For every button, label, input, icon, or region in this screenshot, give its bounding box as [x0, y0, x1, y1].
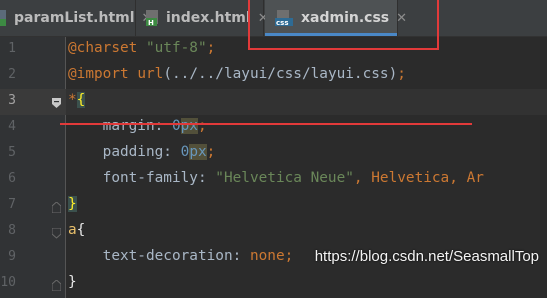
font-keyword: Helvetica: [371, 170, 450, 186]
fold-end-icon[interactable]: [51, 200, 62, 214]
value-keyword: none: [249, 248, 285, 264]
property-name: margin:: [102, 118, 172, 134]
line-number: 2: [8, 67, 16, 82]
semicolon: ;: [284, 248, 294, 264]
css-icon-label: css: [276, 19, 288, 26]
html-file-icon: [0, 10, 8, 26]
code-text: margin: 0px;: [68, 118, 207, 134]
code-line: 4 margin: 0px;: [0, 115, 547, 141]
code-line-current: 3 *{: [0, 89, 547, 115]
code-text: @import url(../../layui/css/layui.css);: [68, 66, 406, 82]
tab-index-html[interactable]: H index.html ✕: [136, 0, 269, 36]
html-file-icon: H: [146, 10, 160, 27]
line-number: 7: [8, 197, 16, 212]
code-text: font-family: "Helvetica Neue", Helvetica…: [68, 170, 484, 186]
universal-selector: *: [68, 92, 77, 108]
property-name: font-family:: [102, 170, 216, 186]
line-number: 9: [8, 249, 16, 264]
line-number: 8: [8, 223, 16, 238]
semicolon: ;: [206, 40, 216, 56]
tab-label: xadmin.css: [301, 10, 390, 26]
code-line: 8 a{: [0, 219, 547, 245]
url-argument: (../../layui/css/layui.css): [163, 66, 398, 82]
close-brace: }: [68, 196, 77, 212]
string-literal: "utf-8": [145, 40, 207, 56]
url-function: url: [137, 66, 164, 82]
code-text: padding: 0px;: [68, 144, 215, 160]
line-number: 4: [8, 119, 16, 134]
watermark-text: https://blog.csdn.net/SeasmallTop: [314, 248, 539, 265]
semicolon: ;: [197, 118, 207, 134]
code-text: @charset "utf-8";: [68, 40, 215, 56]
tab-label: paramList.html: [14, 10, 135, 26]
code-text: a{: [68, 222, 85, 238]
tab-label: index.html: [166, 10, 251, 26]
code-line: 5 padding: 0px;: [0, 141, 547, 167]
comma-separator: ,: [353, 170, 372, 186]
css-file-icon: css: [275, 10, 295, 27]
string-literal: "Helvetica Neue": [215, 170, 354, 186]
semicolon: ;: [206, 144, 216, 160]
unit: px: [180, 118, 198, 134]
open-brace: {: [76, 92, 86, 108]
active-tab-indicator: [265, 33, 397, 36]
code-line: 1 @charset "utf-8";: [0, 37, 547, 63]
code-text: *{: [68, 92, 86, 108]
ide-window: paramList.html ✕ H index.html ✕ css: [0, 0, 547, 298]
code-text: }: [68, 274, 77, 290]
number-value: 0: [180, 144, 190, 160]
close-brace: }: [68, 274, 77, 290]
comma-separator: ,: [449, 170, 467, 186]
element-selector: a: [68, 222, 77, 238]
fold-start-icon[interactable]: [51, 226, 62, 239]
tab-xadmin-css[interactable]: css xadmin.css ✕: [265, 0, 407, 36]
code-line: 10 }: [0, 271, 547, 297]
annotation-underline: [60, 123, 472, 125]
editor-tab-bar: paramList.html ✕ H index.html ✕ css: [0, 0, 547, 37]
property-name: padding:: [102, 144, 181, 160]
html-icon-letter: H: [148, 19, 154, 26]
line-number: 10: [0, 275, 16, 290]
line-number: 5: [8, 145, 16, 160]
fold-end-icon[interactable]: [51, 278, 62, 292]
font-keyword-truncated: Ar: [466, 170, 484, 186]
tab-paramlist-html[interactable]: paramList.html ✕: [0, 0, 152, 36]
close-icon[interactable]: ✕: [396, 11, 407, 26]
code-line: 6 font-family: "Helvetica Neue", Helveti…: [0, 167, 547, 193]
at-rule-keyword: @charset: [68, 40, 138, 56]
semicolon: ;: [397, 66, 406, 82]
code-line: 2 @import url(../../layui/css/layui.css)…: [0, 63, 547, 89]
open-brace: {: [76, 222, 86, 238]
code-text: }: [68, 196, 77, 212]
number-value: 0: [171, 118, 181, 134]
at-rule-keyword: @import: [68, 66, 129, 82]
line-number: 6: [8, 171, 16, 186]
line-number: 1: [8, 41, 16, 56]
property-name: text-decoration:: [102, 248, 250, 264]
breakpoint-fold-icon[interactable]: [52, 96, 61, 108]
code-text: text-decoration: none;: [68, 248, 294, 264]
code-line: 7 }: [0, 193, 547, 219]
line-number: 3: [8, 93, 16, 108]
unit: px: [189, 144, 207, 160]
